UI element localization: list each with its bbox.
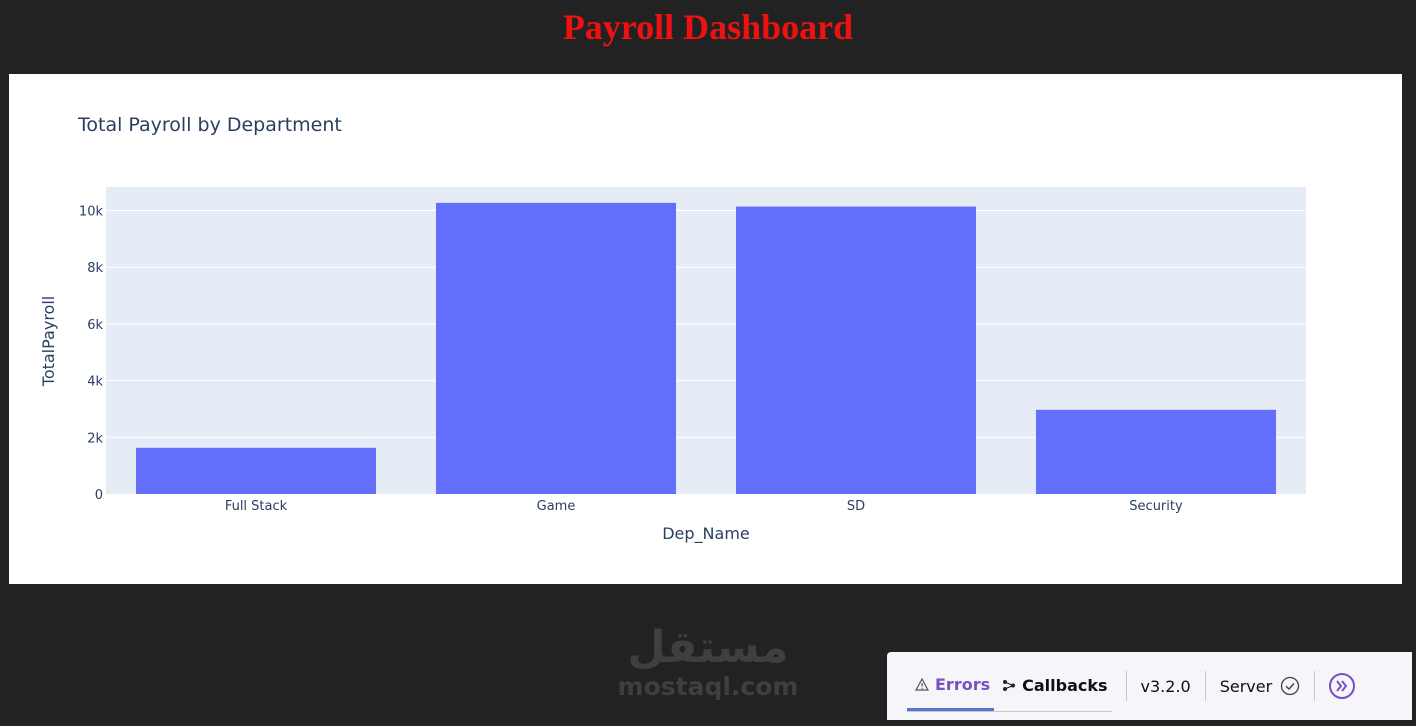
server-label: Server	[1219, 676, 1273, 696]
y-axis-title: TotalPayroll	[39, 296, 58, 387]
y-tick-label: 4k	[87, 375, 103, 390]
y-axis-ticks: 0 2k 4k 6k 8k 10k	[79, 205, 104, 503]
check-circle-icon	[1281, 676, 1300, 696]
watermark-arabic: مستقل	[627, 622, 789, 673]
callbacks-tab-label: Callbacks	[1022, 676, 1108, 695]
bar-chart: Total Payroll by Department 0 2k 4k 6k 8k 10k…	[39, 114, 1306, 544]
double-chevron-right-icon	[1336, 680, 1348, 692]
watermark-latin: mostaql.com	[617, 672, 799, 701]
callback-graph-icon	[1003, 680, 1016, 691]
x-tick-label: Security	[1129, 499, 1183, 514]
y-tick-label: 0	[95, 488, 103, 503]
x-tick-label: Full Stack	[225, 499, 288, 514]
warning-icon	[915, 677, 929, 691]
y-tick-label: 8k	[87, 261, 103, 276]
devtools-tabs: Errors Callbacks	[907, 661, 1112, 712]
chart-title: Total Payroll by Department	[77, 114, 342, 136]
callbacks-tab[interactable]: Callbacks	[994, 661, 1111, 711]
divider	[1314, 671, 1316, 701]
dash-devtools-bar: Errors Callbacks v3.2.0 Server	[887, 652, 1412, 720]
bar-full-stack[interactable]	[136, 447, 376, 494]
y-tick-label: 6k	[87, 318, 103, 333]
bar-game[interactable]	[436, 202, 676, 494]
y-tick-label: 2k	[87, 431, 103, 446]
y-tick-label: 10k	[79, 205, 104, 220]
errors-tab[interactable]: Errors	[907, 661, 995, 711]
bar-sd[interactable]	[736, 206, 976, 494]
x-tick-label: Game	[537, 499, 576, 514]
x-axis-ticks: Full Stack Game SD Security	[225, 499, 1183, 514]
devtools-expand-button[interactable]	[1329, 673, 1356, 699]
divider	[1125, 671, 1127, 701]
bar-security[interactable]	[1036, 409, 1276, 494]
mostaql-watermark: مستقل mostaql.com	[590, 620, 826, 700]
version-label: v3.2.0	[1140, 676, 1191, 696]
errors-tab-label: Errors	[935, 674, 991, 694]
x-axis-title: Dep_Name	[662, 524, 750, 544]
divider	[1204, 671, 1206, 701]
server-status-button[interactable]: Server	[1220, 676, 1300, 696]
chart-card: Total Payroll by Department 0 2k 4k 6k 8k 10k…	[9, 74, 1402, 584]
page-title: Payroll Dashboard	[562, 7, 854, 47]
x-tick-label: SD	[847, 499, 865, 514]
